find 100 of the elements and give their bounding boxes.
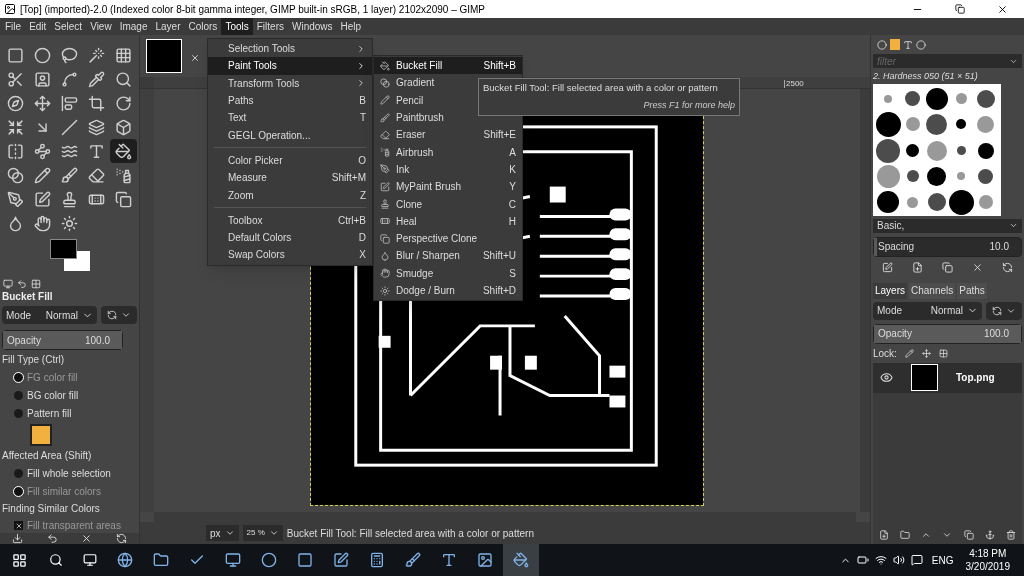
reset-dropdown[interactable] <box>986 301 1022 320</box>
delete-icon[interactable] <box>971 262 983 273</box>
battery-icon[interactable] <box>856 554 869 566</box>
menu-item[interactable]: Selection Tools <box>208 40 372 58</box>
search-icon[interactable] <box>49 553 63 567</box>
reset-dropdown[interactable] <box>101 306 137 324</box>
notification-icon[interactable] <box>910 554 923 566</box>
layer-mode-dropdown[interactable]: Mode Normal <box>873 301 982 320</box>
radio-option[interactable]: Fill similar colors <box>2 484 137 499</box>
menu-item[interactable]: GEGL Operation... <box>208 126 372 144</box>
menu-item[interactable]: Filters <box>252 18 288 35</box>
dock-tab[interactable]: Channels <box>909 282 956 299</box>
hand-icon <box>34 214 51 232</box>
close-icon[interactable] <box>997 3 1008 15</box>
menu-item[interactable]: Default Colors D <box>208 228 372 247</box>
radio-option[interactable]: BG color fill <box>2 388 137 403</box>
opacity-slider[interactable]: Spacing 10.0 <box>873 236 1022 257</box>
save-icon[interactable] <box>11 533 23 544</box>
menu-item[interactable]: Layer <box>151 18 185 35</box>
clock[interactable]: 4:18 PM 3/20/2019 <box>965 547 1010 573</box>
new-layer-icon[interactable] <box>878 529 889 540</box>
language-indicator[interactable]: ENG <box>931 552 954 568</box>
start-icon[interactable] <box>12 552 27 568</box>
delete-icon[interactable] <box>81 533 93 544</box>
menu-item[interactable]: Dodge / Burn Shift+D <box>374 281 522 300</box>
undo-tab-icon[interactable] <box>17 279 27 289</box>
zoom-dropdown[interactable]: 25 % <box>242 525 283 541</box>
menu-item[interactable]: Toolbox Ctrl+B <box>208 211 372 229</box>
menu-item[interactable]: Tools <box>221 18 253 35</box>
layer-row[interactable]: Top.png <box>873 362 1022 393</box>
menu-item[interactable]: Paintbrush <box>374 108 522 127</box>
bucket-tool[interactable] <box>110 139 137 163</box>
fonts-tab-icon[interactable] <box>903 39 913 50</box>
lock-pixels-icon[interactable] <box>904 349 914 358</box>
menu-item[interactable]: Text T <box>208 109 372 127</box>
menu-item[interactable]: Zoom Z <box>208 186 372 204</box>
menu-item[interactable]: Clone C <box>374 195 522 213</box>
duplicate-icon[interactable] <box>942 262 953 273</box>
restore-icon[interactable] <box>46 533 58 544</box>
menu-item[interactable]: Windows <box>287 18 337 35</box>
delete-icon[interactable] <box>1006 529 1017 540</box>
refresh-icon[interactable] <box>1001 262 1013 273</box>
menu-item[interactable]: MyPaint Brush Y <box>374 178 522 196</box>
new-icon[interactable] <box>912 262 924 273</box>
restore-icon[interactable] <box>955 4 965 14</box>
menu-item[interactable]: Smudge S <box>374 264 522 282</box>
task-view-icon[interactable] <box>83 553 97 567</box>
chevron-down-icon <box>268 528 279 538</box>
mode-dropdown[interactable]: Mode Normal <box>2 306 97 324</box>
pattern-swatch[interactable] <box>30 424 52 446</box>
menu-item[interactable]: Ink K <box>374 160 522 179</box>
visibility-toggle[interactable] <box>879 371 893 384</box>
edit-icon[interactable] <box>882 262 894 273</box>
radio-option[interactable]: Fill whole selection <box>2 466 137 481</box>
dock-tab[interactable]: Layers <box>873 282 907 299</box>
reset-icon[interactable] <box>116 533 128 544</box>
tag-dropdown[interactable]: Basic, <box>873 218 1022 233</box>
menu-item[interactable]: File <box>1 18 26 35</box>
menu-item[interactable]: Edit <box>25 18 51 35</box>
menu-item[interactable]: Pencil <box>374 91 522 109</box>
menu-item[interactable]: View <box>86 18 116 35</box>
menu-item[interactable]: Heal H <box>374 212 522 230</box>
opacity-slider[interactable]: Opacity 100.0 <box>873 323 1022 344</box>
radio-option[interactable]: Pattern fill <box>2 406 137 421</box>
volume-icon[interactable] <box>892 554 905 566</box>
lock-alpha-icon[interactable] <box>938 349 948 358</box>
paths-icon <box>61 70 78 88</box>
menu-item[interactable]: Paths B <box>208 91 372 110</box>
menu-item[interactable]: Select <box>50 18 87 35</box>
brush-grid-drawing[interactable] <box>873 83 1001 216</box>
droplet-icon <box>7 214 24 232</box>
checkbox-option[interactable]: Fill transparent areas <box>2 518 137 533</box>
tool-options-tab-icon[interactable] <box>3 279 13 289</box>
menu-item[interactable]: Help <box>336 18 366 35</box>
anchor-icon[interactable] <box>985 529 996 540</box>
unit-dropdown[interactable]: px <box>206 525 239 541</box>
menu-item[interactable]: Eraser Shift+E <box>374 126 522 144</box>
taskbar-app[interactable] <box>503 544 539 576</box>
color-swatches[interactable] <box>50 237 92 273</box>
menu-item[interactable]: Colors <box>184 18 222 35</box>
new-group-icon[interactable] <box>899 529 910 540</box>
menu-item[interactable]: Perspective Clone <box>374 229 522 248</box>
image-tab-thumbnail[interactable] <box>146 39 182 73</box>
wifi-icon[interactable] <box>874 554 887 566</box>
lock-position-icon[interactable] <box>921 349 931 358</box>
menu-item[interactable]: Color Picker O <box>208 151 372 170</box>
menu-item[interactable]: Image <box>115 18 152 35</box>
brushes-tab-icon[interactable] <box>877 39 887 50</box>
menu-item[interactable]: Measure Shift+M <box>208 169 372 187</box>
menu-item[interactable]: Blur / Sharpen Shift+U <box>374 247 522 265</box>
dock-tab[interactable]: Paths <box>957 282 987 299</box>
menu-item[interactable]: Bucket Fill Shift+B <box>374 57 522 75</box>
duplicate-icon[interactable] <box>963 529 974 540</box>
menu-item[interactable]: Airbrush A <box>374 143 522 161</box>
menu-item[interactable]: Swap Colors X <box>208 246 372 264</box>
opacity-slider[interactable]: Opacity 100.0 <box>2 330 123 350</box>
menu-item[interactable]: Transform Tools <box>208 74 372 92</box>
menu-item[interactable]: Paint Tools <box>208 57 372 75</box>
status-message: Bucket Fill Tool: Fill selected area with a color or pattern <box>286 526 534 541</box>
radio-option[interactable]: FG color fill <box>2 370 137 385</box>
